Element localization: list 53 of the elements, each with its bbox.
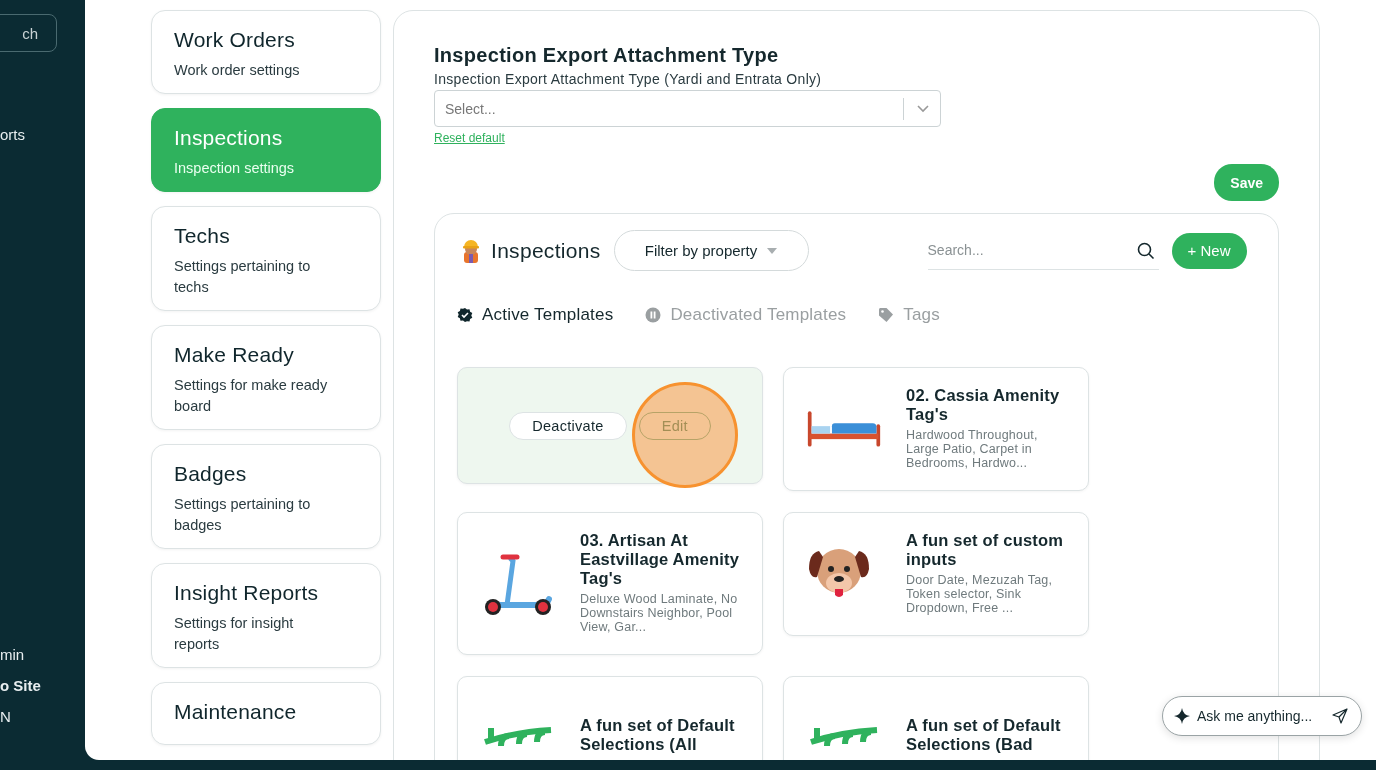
sidebar-link[interactable]: orts <box>0 126 25 143</box>
nav-card-title: Make Ready <box>174 343 295 367</box>
tag-icon <box>878 307 895 323</box>
settings-nav-card[interactable]: Maintenance <box>151 682 381 745</box>
nav-card-subtitle: Inspection settings <box>174 159 296 178</box>
assistant-field[interactable]: Ask me anything... <box>1162 696 1362 736</box>
badge-check-icon <box>457 307 473 323</box>
template-description: Deluxe Wood Laminate, No Downstairs Neighbor, Pool View, Gar... <box>580 592 739 634</box>
template-card[interactable]: A fun set of Default Selections (All <box>457 676 763 760</box>
nav-card-subtitle: Settings pertaining to badges <box>174 495 312 535</box>
template-card[interactable]: 03. Artisan At Eastvillage Amenity Tag's Deluxe Wood Laminate, No Downstairs Neighbor, Pool View, Gar... <box>457 512 763 655</box>
sidebar-link[interactable]: o Site <box>0 677 41 694</box>
sidebar-link[interactable]: N <box>0 708 41 725</box>
chevron-down-icon <box>917 105 929 113</box>
template-title: 02. Cassia Amenity Tag's <box>906 386 1061 424</box>
template-tab[interactable]: Active Templates <box>457 305 614 325</box>
settings-nav-card[interactable]: Make Ready Settings for make ready board <box>151 325 381 430</box>
template-card[interactable]: A fun set of Default Selections (Bad <box>783 676 1089 760</box>
sidebar-link[interactable]: min <box>0 646 41 663</box>
nav-card-title: Work Orders <box>174 28 296 52</box>
nav-card-title: Insight Reports <box>174 581 320 605</box>
settings-nav-card[interactable]: Insight Reports Settings for insight reports <box>151 563 381 668</box>
settings-nav-card[interactable]: Techs Settings pertaining to techs <box>151 206 381 311</box>
settings-nav-card[interactable]: Work Orders Work order settings <box>151 10 381 94</box>
field-label: Inspection Export Attachment Type (Yardi and Entrata Only) <box>434 71 823 87</box>
nav-card-title: Maintenance <box>174 700 298 724</box>
property-filter-dropdown[interactable]: Filter by property <box>613 230 809 271</box>
nav-card-subtitle: Settings for insight reports <box>174 614 295 654</box>
nav-card-subtitle: Settings pertaining to techs <box>174 257 312 297</box>
nav-card-title: Techs <box>174 224 231 248</box>
template-card[interactable]: 02. Cassia Amenity Tag's Hardwood Throughout, Large Patio, Carpet in Bedrooms, Hardwo... <box>783 367 1089 491</box>
pause-icon <box>645 307 662 323</box>
deactivate-button[interactable]: Deactivate <box>509 411 627 440</box>
template-description: Hardwood Throughout, Large Patio, Carpet in Bedrooms, Hardwo... <box>906 428 1039 470</box>
template-description: Door Date, Mezuzah Tag, Token selector, Sink Dropdown, Free ... <box>906 573 1054 615</box>
section-title: Inspection Export Attachment Type <box>434 44 780 67</box>
template-title: A fun set of custom inputs <box>906 531 1065 569</box>
template-card[interactable]: A fun set of custom inputs Door Date, Mezuzah Tag, Token selector, Sink Dropdown, Free ... <box>783 512 1089 636</box>
caret-down-icon <box>767 247 778 254</box>
template-title: A fun set of Default Selections (All <box>580 716 736 754</box>
sidebar-search-field[interactable]: ch <box>0 14 57 52</box>
template-search-field[interactable]: Search... <box>927 231 1159 270</box>
template-title: A fun set of Default Selections (Bad <box>906 716 1062 754</box>
search-icon <box>1136 241 1155 260</box>
sparkle-icon <box>1174 708 1190 724</box>
settings-nav-card[interactable]: Badges Settings pertaining to badges <box>151 444 381 549</box>
nav-card-subtitle: Settings for make ready board <box>174 376 329 416</box>
template-title: 03. Artisan At Eastvillage Amenity Tag's <box>580 531 741 588</box>
attachment-type-select[interactable]: Select... <box>434 90 941 127</box>
nav-card-title: Inspections <box>174 126 284 150</box>
nav-card-subtitle: Work order settings <box>174 61 301 80</box>
nav-card-title: Badges <box>174 462 248 486</box>
panel-title: Inspections <box>491 238 601 263</box>
